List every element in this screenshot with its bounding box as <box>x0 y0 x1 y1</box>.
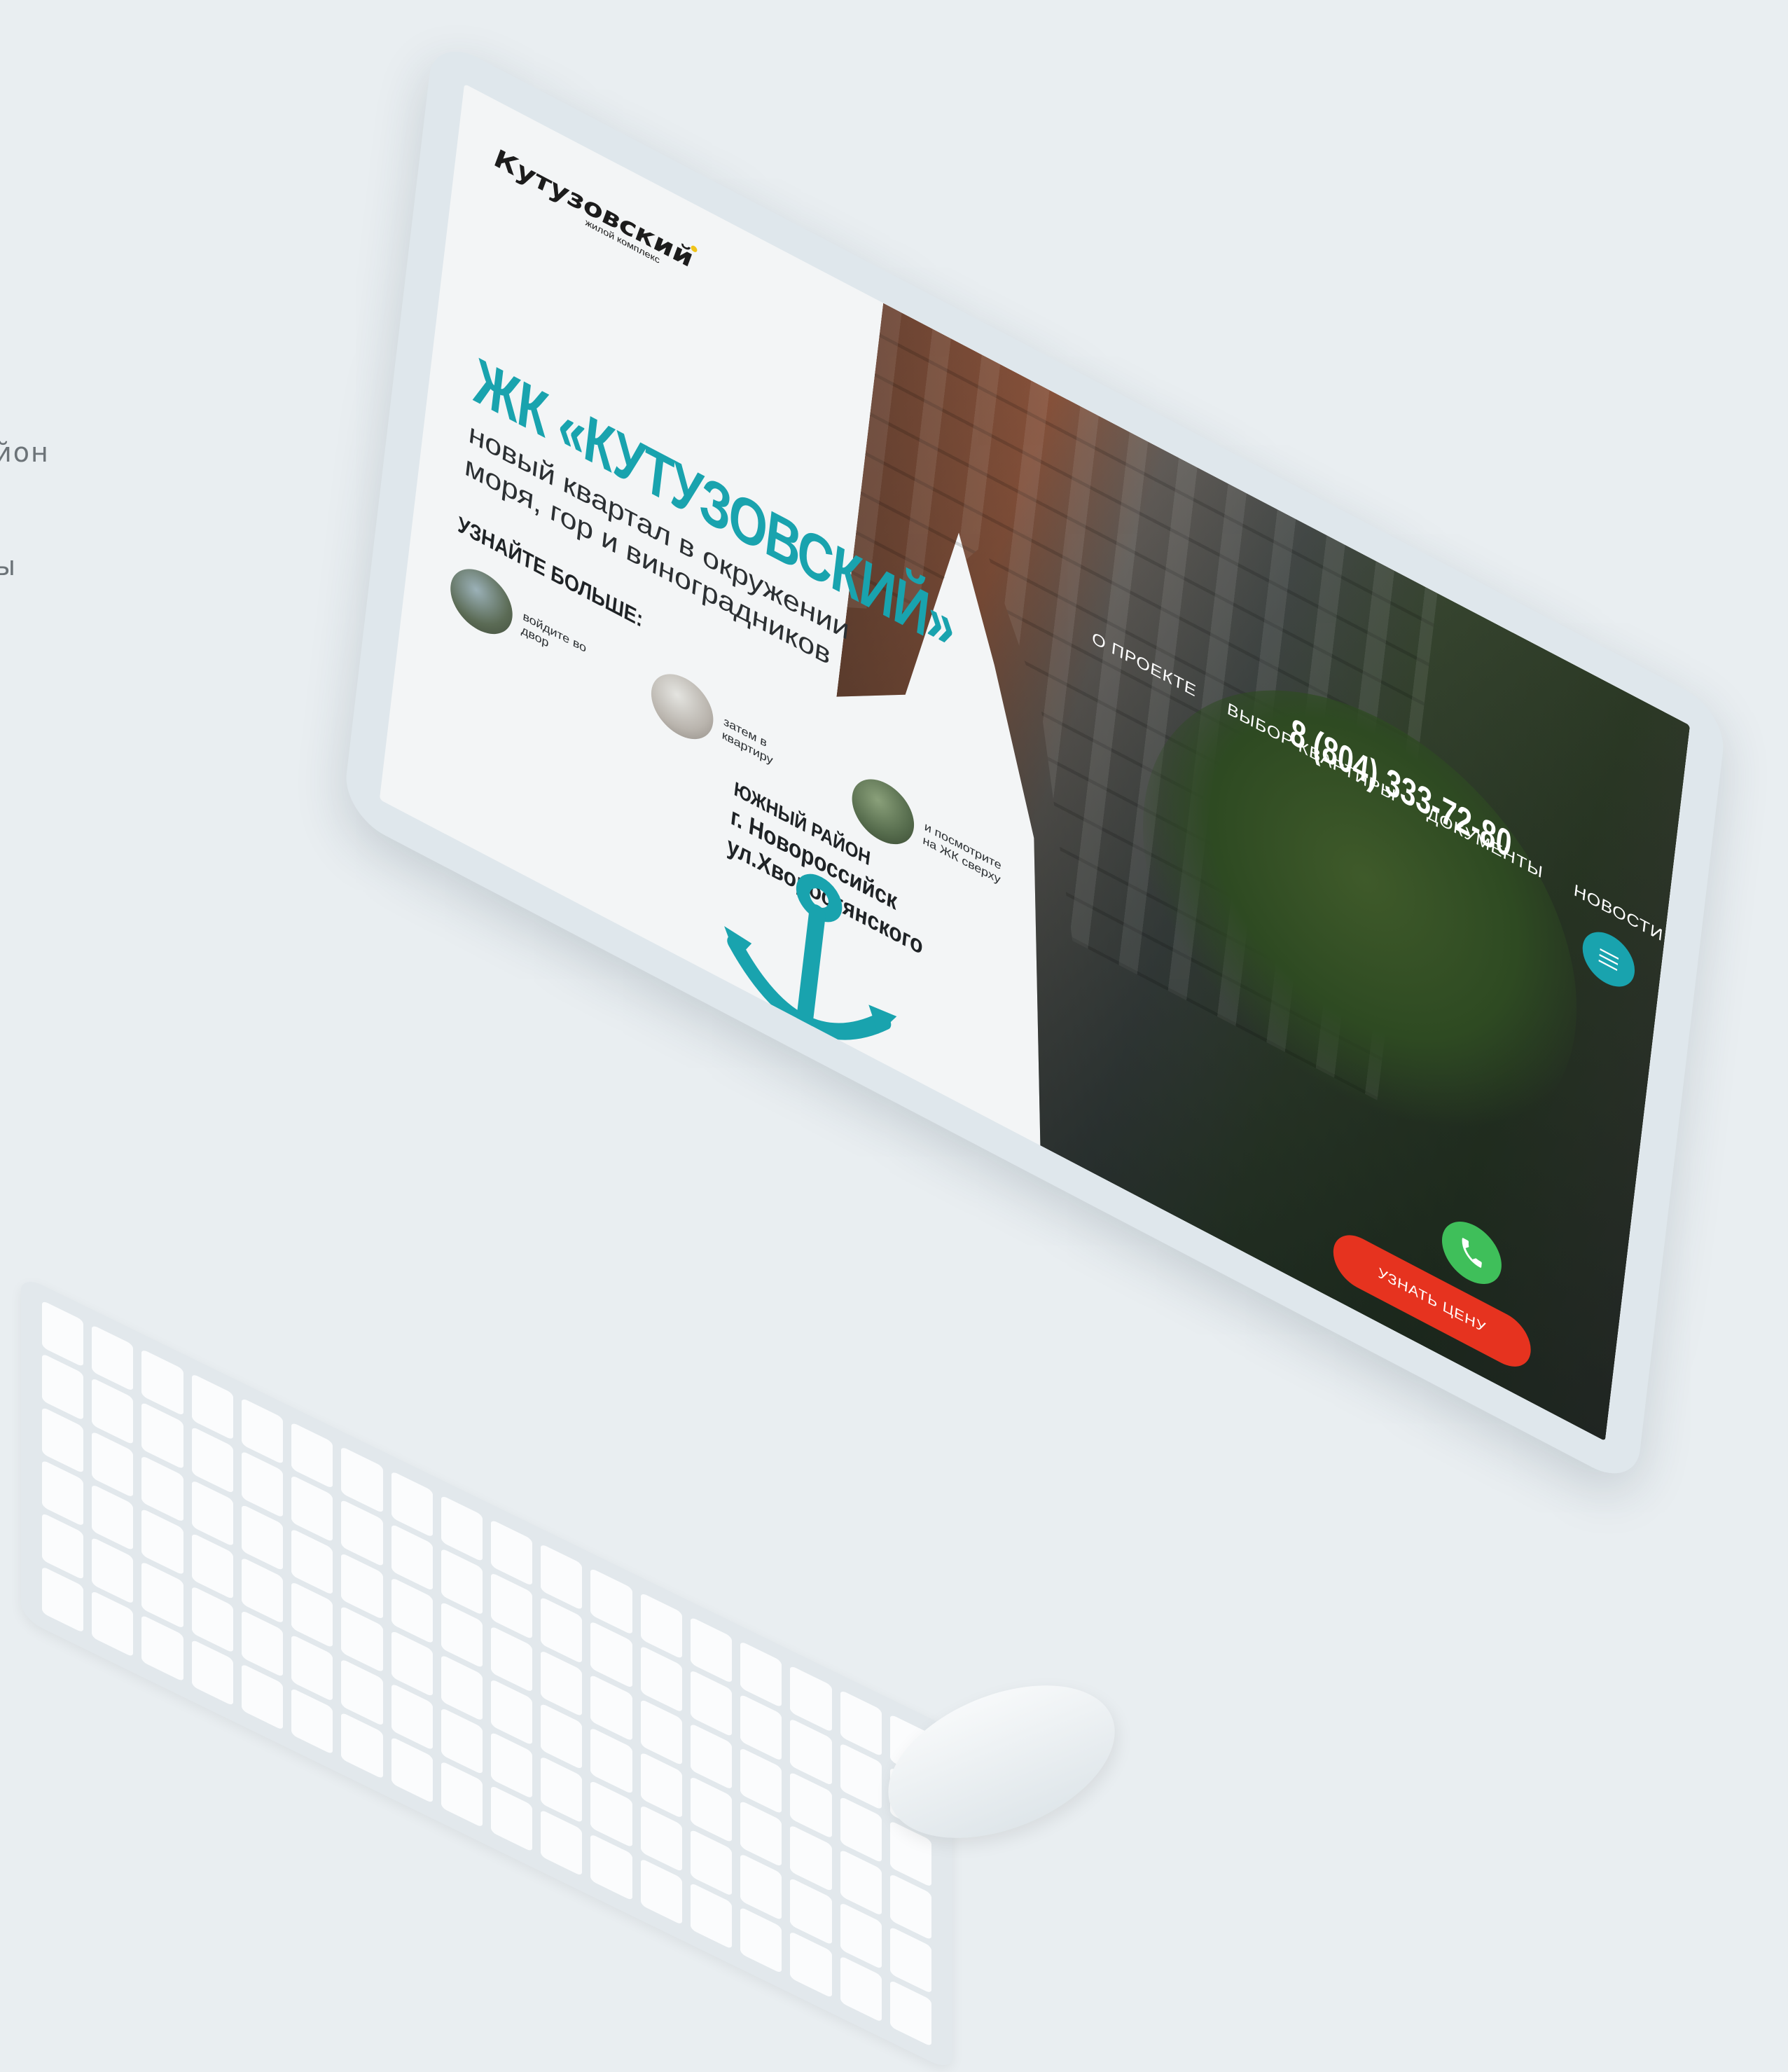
menu-icon <box>1600 948 1619 960</box>
website-screen: Кутузовский жилой комплекс О ПРОЕКТЕ ВЫБ… <box>379 83 1691 1442</box>
phone-icon <box>1462 1238 1482 1268</box>
tour-apartment[interactable]: затем в квартиру <box>648 662 812 801</box>
side-text-2: ы <box>0 551 18 581</box>
side-text-1: йон <box>0 437 50 468</box>
keyboard <box>21 1275 952 2072</box>
courtyard-thumbnail <box>447 557 516 646</box>
apartment-thumbnail <box>648 662 716 752</box>
tour-courtyard[interactable]: войдите во двор <box>447 557 612 696</box>
monitor: Кутузовский жилой комплекс О ПРОЕКТЕ ВЫБ… <box>342 35 1728 1490</box>
tour-label: затем в квартиру <box>721 714 774 768</box>
tour-label: войдите во двор <box>520 609 588 656</box>
